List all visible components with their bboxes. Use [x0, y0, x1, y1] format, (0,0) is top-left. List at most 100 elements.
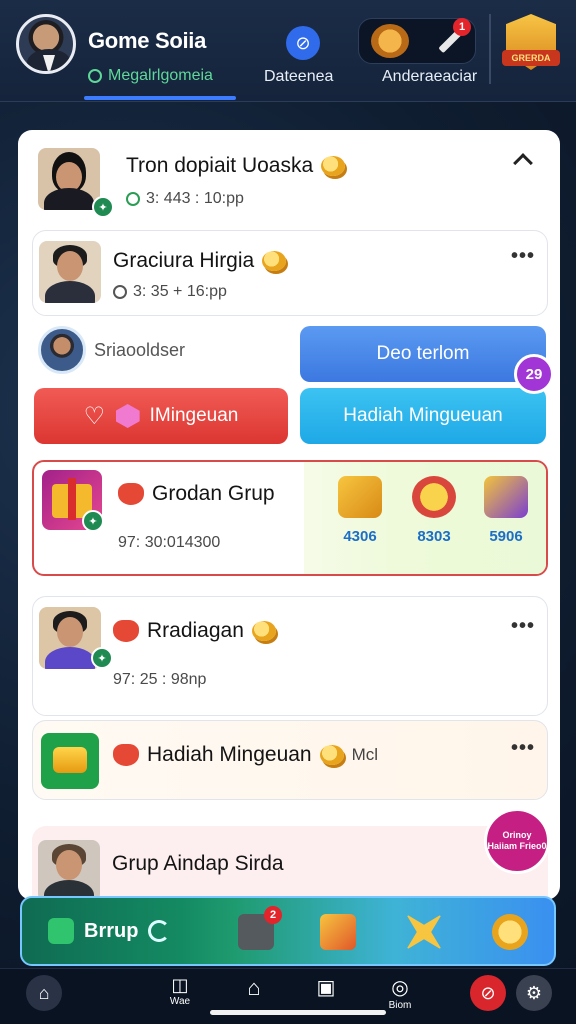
- nav-alert[interactable]: ⊘: [468, 975, 508, 1015]
- more-options-icon[interactable]: •••: [511, 245, 535, 268]
- list-item[interactable]: ✦ Rradiagan 97: 25 : 98np •••: [32, 596, 548, 716]
- row-meta-text: 3: 443 : 10:pp: [146, 190, 244, 207]
- list-item[interactable]: Graciura Hirgia 3: 35 + 16:pp •••: [32, 230, 548, 316]
- more-options-icon[interactable]: •••: [511, 615, 535, 638]
- reward-value: 4306: [343, 528, 377, 545]
- notification-badge: 1: [453, 18, 471, 36]
- avatar-body: [45, 281, 95, 303]
- game-subtitle[interactable]: Megalrlgomeia: [88, 67, 213, 85]
- coin-icon: [251, 621, 276, 641]
- group-quick-button[interactable]: Brrup: [22, 918, 212, 944]
- clock-icon: [113, 285, 127, 299]
- row-meta: 3: 35 + 16:pp: [113, 283, 227, 301]
- weekly-button[interactable]: IMingeuan: [34, 388, 288, 444]
- list-item[interactable]: Hadiah Mingeuan Mcl •••: [32, 720, 548, 800]
- reward-item[interactable]: 5906: [476, 476, 536, 545]
- nav-home[interactable]: ⌂: [24, 975, 64, 1015]
- lion-icon[interactable]: [371, 24, 409, 58]
- game-title: Gome Soiia: [88, 28, 207, 53]
- reward-item[interactable]: 4306: [330, 476, 390, 545]
- chevron-up-icon[interactable]: [513, 153, 533, 173]
- verified-badge-icon: ✦: [91, 647, 113, 669]
- player-name: Sriaooldser: [94, 340, 186, 360]
- player-avatar[interactable]: [38, 326, 86, 374]
- pencil-icon[interactable]: 1: [433, 18, 471, 56]
- subtitle-label: Megalrlgomeia: [108, 67, 213, 84]
- calendar-badge: 2: [264, 906, 282, 924]
- detail-button-label: Deo terlom: [376, 343, 470, 364]
- alert-icon: ⊘: [470, 975, 506, 1011]
- puzzle-icon: [48, 918, 74, 944]
- detail-button[interactable]: Deo terlom: [300, 326, 546, 382]
- row-title: Graciura Hirgia: [113, 249, 287, 273]
- weekly-reward-button[interactable]: Hadiah Mingueuan: [300, 388, 546, 444]
- calendar-icon[interactable]: 2: [238, 906, 282, 950]
- treasure-chest-icon: [338, 476, 382, 518]
- active-tab-indicator: [84, 96, 236, 100]
- group-meta-text: 97: 30:014300: [118, 534, 221, 551]
- gold-bars: [53, 747, 87, 773]
- clock-icon: [126, 192, 140, 206]
- coin-icon: [262, 251, 287, 271]
- main-panel: ✦ Tron dopiait Uoaska 3: 443 : 10:pp Gra…: [18, 130, 560, 900]
- gift-icon[interactable]: [320, 914, 356, 950]
- bottom-nav: ⌂ ◫ Wae ⌂ ▣ ◎ Biom ⊘ ⚙: [0, 968, 576, 1024]
- reward-value: 8303: [417, 528, 451, 545]
- bow-icon: [113, 620, 139, 642]
- avatar-face: [57, 617, 83, 647]
- reward-value: 5906: [489, 528, 523, 545]
- promo-badge[interactable]: Orinoy Haiiam Frieo0: [484, 808, 550, 874]
- coin-icon: [321, 156, 346, 176]
- group-meta: 97: 30:014300: [118, 534, 220, 552]
- avatar-body: [44, 188, 94, 210]
- nav-photo[interactable]: ▣: [306, 975, 346, 1015]
- gift-ribbon: [68, 478, 76, 520]
- frame-icon: ◫: [171, 975, 189, 995]
- nav-house[interactable]: ⌂: [234, 975, 274, 1015]
- row-meta-text: 97: 25 : 98np: [113, 671, 207, 688]
- home-icon: ⌂: [26, 975, 62, 1011]
- row-title: Tron dopiait Uoaska: [126, 154, 346, 178]
- more-options-icon[interactable]: •••: [511, 737, 535, 760]
- row-title-text: Grup Aindap Sirda: [112, 852, 284, 875]
- gear-icon: ⚙: [516, 975, 552, 1011]
- reward-pill[interactable]: 1: [358, 18, 476, 64]
- reward-box-icon: [484, 476, 528, 518]
- circle-icon: ◎: [391, 977, 409, 999]
- star-icon[interactable]: [406, 914, 442, 950]
- nav-label: Wae: [169, 996, 191, 1007]
- bow-icon: [113, 744, 139, 766]
- compass-icon[interactable]: ⊘: [286, 26, 320, 60]
- tab-anderaeaciar[interactable]: Anderaeaciar: [382, 68, 477, 86]
- avatar-face: [56, 850, 82, 880]
- list-item[interactable]: ✦ Tron dopiait Uoaska 3: 443 : 10:pp: [32, 136, 548, 226]
- group-title-text: Grodan Grup: [152, 482, 275, 505]
- top-header: Gome Soiia Megalrlgomeia ⊘ Dateenea 1 An…: [0, 0, 576, 102]
- tab-dateenea[interactable]: Dateenea: [264, 68, 333, 86]
- nav-wae[interactable]: ◫ Wae: [160, 975, 200, 1015]
- group-quick-label: Brrup: [84, 919, 139, 942]
- row-extra-text: Mcl: [351, 745, 379, 764]
- weekly-reward-button-label: Hadiah Mingueuan: [343, 405, 503, 426]
- row-title: Rradiagan: [113, 619, 276, 643]
- weekly-button-label: IMingeuan: [149, 405, 239, 426]
- nav-biom[interactable]: ◎ Biom: [380, 975, 420, 1015]
- home-indicator[interactable]: [210, 1010, 386, 1015]
- row-title-text: Hadiah Mingeuan: [147, 743, 312, 766]
- row-title: Hadiah Mingeuan Mcl: [113, 743, 378, 767]
- row-title-text: Graciura Hirgia: [113, 249, 255, 272]
- coins-icon[interactable]: [492, 914, 528, 950]
- photo-icon: ▣: [316, 977, 336, 999]
- shop-shield-icon[interactable]: GRERDA: [502, 14, 560, 76]
- nav-settings[interactable]: ⚙: [514, 975, 554, 1015]
- row-title-text: Rradiagan: [147, 619, 244, 642]
- gem-icon: [115, 404, 140, 428]
- avatar-body: [45, 647, 95, 669]
- verified-badge-icon: ✦: [82, 510, 104, 532]
- reward-item[interactable]: 8303: [404, 476, 464, 545]
- header-divider: [489, 14, 491, 84]
- group-card[interactable]: 4306 8303 5906 ✦ Grodan Grup 97: 30:0143…: [32, 460, 548, 576]
- status-dot-icon: [88, 69, 102, 83]
- list-item[interactable]: Grup Aindap Sirda: [32, 826, 548, 900]
- profile-avatar[interactable]: [16, 14, 76, 74]
